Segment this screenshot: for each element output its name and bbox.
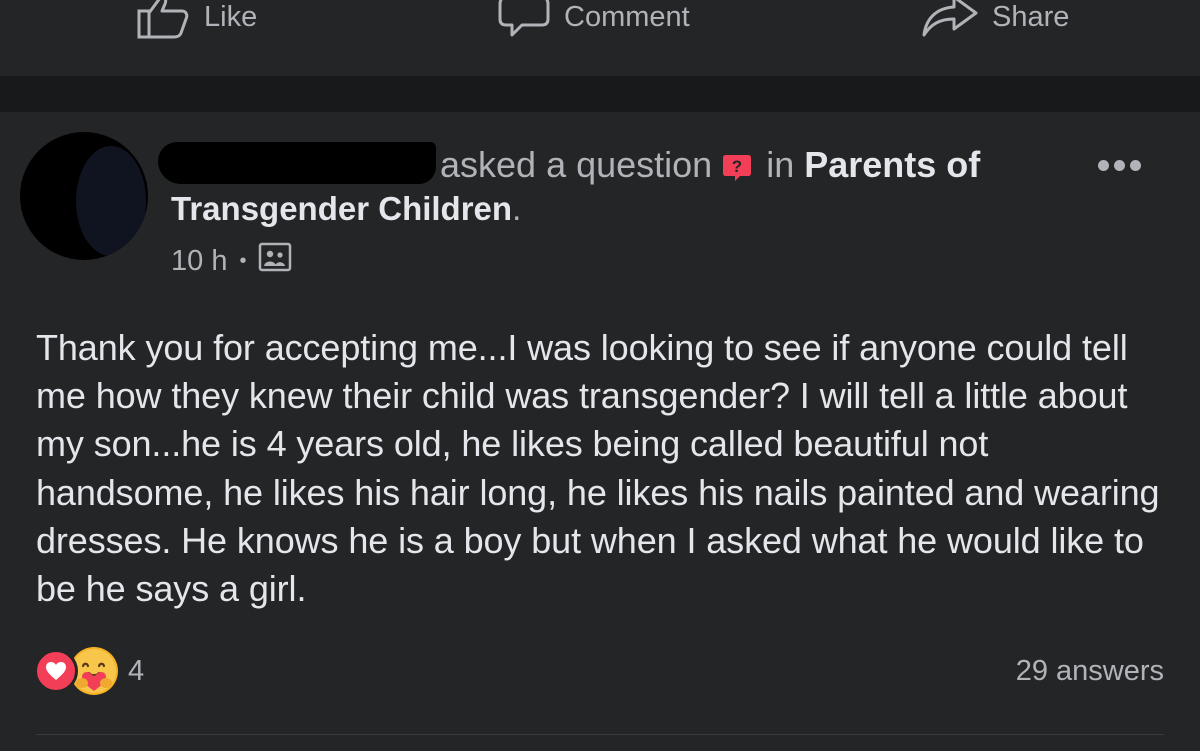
share-arrow-icon [922, 0, 978, 39]
avatar[interactable] [20, 132, 148, 260]
feed-divider [0, 76, 1200, 112]
reactions-summary[interactable]: 4 [34, 647, 145, 695]
group-link-part1[interactable]: Parents of [804, 144, 980, 186]
post-body-text: Thank you for accepting me...I was looki… [36, 327, 1160, 610]
reaction-count: 4 [128, 654, 145, 687]
love-reaction-icon [34, 649, 78, 693]
post-header: asked a question ? in Parents of [440, 144, 980, 186]
post-action-text: asked a question [440, 144, 713, 185]
question-badge-icon: ? [722, 150, 752, 181]
more-options-icon[interactable] [1098, 160, 1141, 171]
post-meta: 10 h • [171, 242, 292, 280]
comment-label: Comment [564, 0, 690, 33]
footer-divider [36, 734, 1164, 735]
thumbs-up-icon [136, 0, 190, 39]
comment-button[interactable]: Comment [498, 0, 690, 37]
share-label: Share [992, 0, 1070, 33]
group-privacy-icon [258, 242, 292, 280]
period: . [512, 190, 522, 227]
avatar-image [76, 146, 146, 256]
timestamp[interactable]: 10 h [171, 245, 227, 278]
question-post: asked a question ? in Parents of Transge… [0, 112, 1200, 751]
meta-separator: • [239, 249, 247, 272]
speech-bubble-icon [498, 0, 550, 39]
group-name-line: Transgender Children. [171, 190, 521, 228]
answers-count-link[interactable]: 29 answers [1016, 655, 1164, 688]
like-button[interactable]: Like [136, 0, 258, 39]
share-button[interactable]: Share [922, 0, 1070, 37]
svg-text:?: ? [732, 157, 742, 176]
redacted-author-name [158, 142, 436, 184]
in-text: in [766, 144, 795, 185]
previous-post-action-bar: Like Comment Share [0, 0, 1200, 76]
group-link-part2[interactable]: Transgender Children [171, 190, 512, 227]
like-label: Like [204, 0, 258, 33]
